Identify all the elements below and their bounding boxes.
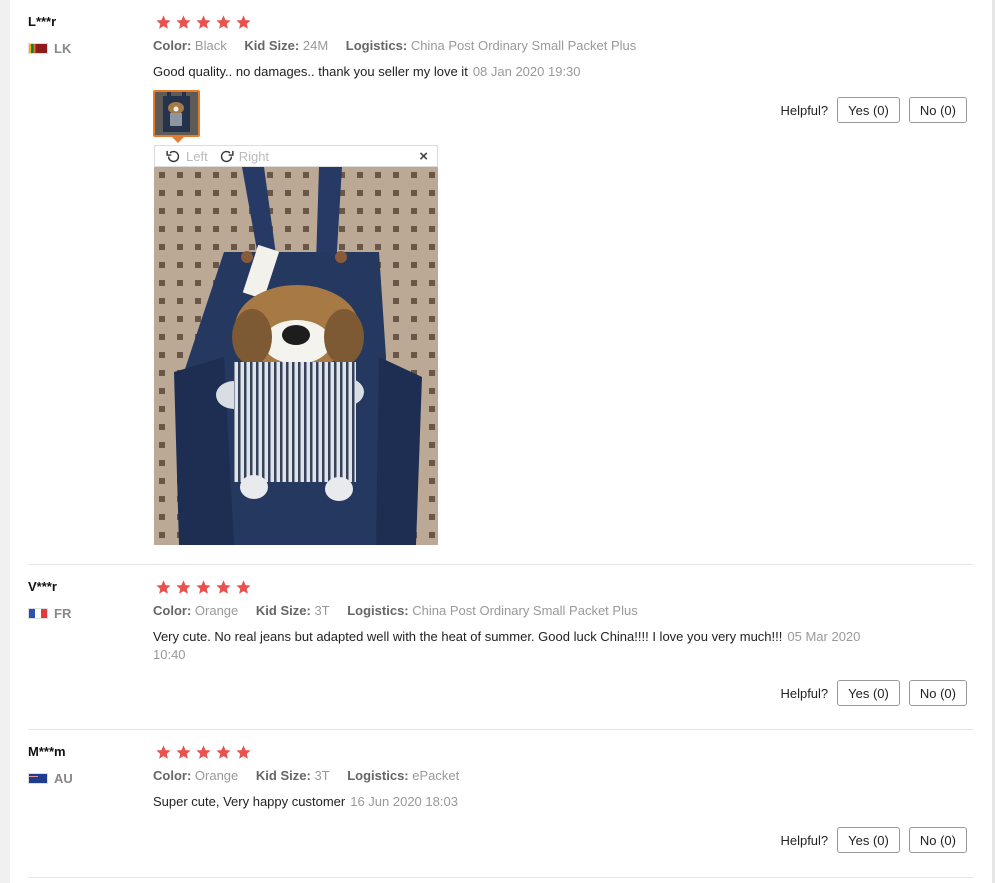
review-photo-thumbnail[interactable]	[153, 90, 200, 137]
order-attributes: Color: Orange Kid Size: 3T Logistics: eP…	[153, 768, 473, 783]
logistics-label: Logistics:	[347, 768, 409, 783]
order-attributes: Color: Orange Kid Size: 3T Logistics: Ch…	[153, 603, 652, 618]
kid-size-value: 24M	[302, 38, 329, 53]
photo-viewer-toolbar: Left Right ×	[154, 145, 438, 167]
rotate-left-button[interactable]: Left	[165, 148, 208, 165]
rotate-right-label: Right	[238, 148, 270, 164]
logistics-value: ePacket	[412, 768, 460, 783]
star-icon	[236, 745, 251, 759]
country-code: LK	[54, 41, 72, 56]
star-icon	[216, 580, 231, 594]
helpful-yes-button[interactable]: Yes (0)	[837, 827, 900, 853]
helpful-no-button[interactable]: No (0)	[908, 827, 967, 853]
sri-lanka-flag-icon	[28, 43, 48, 54]
rotate-right-icon	[220, 150, 234, 162]
review-item: L***r LK Color: Black Kid Size: 24M Logi…	[28, 0, 973, 565]
color-value: Black	[194, 38, 227, 53]
review-text: Very cute. No real jeans but adapted wel…	[153, 628, 873, 664]
reviewer-country: AU	[28, 771, 73, 786]
color-label: Color:	[153, 603, 192, 618]
logistics-label: Logistics:	[347, 603, 409, 618]
star-icon	[156, 15, 171, 29]
logistics-value: China Post Ordinary Small Packet Plus	[412, 603, 638, 618]
reviewer-name: V***r	[28, 579, 57, 594]
review-body: Good quality.. no damages.. thank you se…	[153, 64, 468, 79]
kid-size-label: Kid Size:	[255, 603, 311, 618]
order-attributes: Color: Black Kid Size: 24M Logistics: Ch…	[153, 38, 650, 53]
color-label: Color:	[153, 38, 192, 53]
kid-size-value: 3T	[314, 768, 330, 783]
reviewer-country: LK	[28, 41, 71, 56]
star-icon	[176, 745, 191, 759]
thumbnail-pointer	[172, 137, 184, 143]
star-icon	[196, 745, 211, 759]
logistics-value: China Post Ordinary Small Packet Plus	[410, 38, 637, 53]
review-body: Super cute, Very happy customer	[153, 794, 346, 809]
helpful-yes-button[interactable]: Yes (0)	[837, 680, 900, 706]
star-rating	[154, 579, 253, 596]
color-value: Orange	[194, 768, 239, 783]
helpful-vote: Helpful? Yes (0) No (0)	[780, 680, 967, 706]
helpful-label: Helpful?	[780, 102, 829, 118]
review-text: Super cute, Very happy customer 16 Jun 20…	[153, 793, 873, 811]
page-left-gutter	[0, 0, 10, 883]
review-item: M***m AU Color: Orange Kid Size: 3T Logi…	[28, 730, 973, 880]
rotate-right-button[interactable]: Right	[218, 148, 269, 165]
star-icon	[216, 745, 231, 759]
close-viewer-button[interactable]: ×	[419, 148, 428, 165]
helpful-no-button[interactable]: No (0)	[908, 680, 967, 706]
helpful-vote: Helpful? Yes (0) No (0)	[780, 97, 967, 123]
review-divider	[28, 877, 973, 878]
kid-size-value: 3T	[314, 603, 330, 618]
star-icon	[236, 15, 251, 29]
review-photo	[154, 167, 438, 545]
rotate-left-icon	[166, 150, 180, 162]
country-code: AU	[54, 771, 73, 786]
helpful-vote: Helpful? Yes (0) No (0)	[780, 827, 967, 853]
reviewer-name: L***r	[28, 14, 57, 29]
star-icon	[176, 580, 191, 594]
helpful-yes-button[interactable]: Yes (0)	[837, 97, 900, 123]
star-icon	[196, 580, 211, 594]
star-rating	[154, 744, 253, 761]
kid-size-label: Kid Size:	[244, 38, 300, 53]
helpful-label: Helpful?	[780, 832, 829, 848]
star-icon	[156, 745, 171, 759]
review-date: 08 Jan 2020 19:30	[472, 64, 581, 79]
color-value: Orange	[194, 603, 239, 618]
star-icon	[176, 15, 191, 29]
helpful-no-button[interactable]: No (0)	[908, 97, 967, 123]
helpful-label: Helpful?	[780, 685, 829, 701]
france-flag-icon	[28, 608, 48, 619]
kid-size-label: Kid Size:	[255, 768, 311, 783]
review-date: 16 Jun 2020 18:03	[350, 794, 458, 809]
rotate-left-label: Left	[186, 148, 208, 164]
review-text: Good quality.. no damages.. thank you se…	[153, 63, 873, 81]
star-icon	[216, 15, 231, 29]
color-label: Color:	[153, 768, 192, 783]
reviewer-country: FR	[28, 606, 71, 621]
review-body: Very cute. No real jeans but adapted wel…	[153, 629, 783, 644]
reviewer-name: M***m	[28, 744, 66, 759]
review-item: V***r FR Color: Orange Kid Size: 3T Logi…	[28, 565, 973, 730]
australia-flag-icon	[28, 773, 48, 784]
star-rating	[154, 14, 253, 31]
star-icon	[196, 15, 211, 29]
country-code: FR	[54, 606, 72, 621]
star-icon	[236, 580, 251, 594]
logistics-label: Logistics:	[345, 38, 408, 53]
star-icon	[156, 580, 171, 594]
